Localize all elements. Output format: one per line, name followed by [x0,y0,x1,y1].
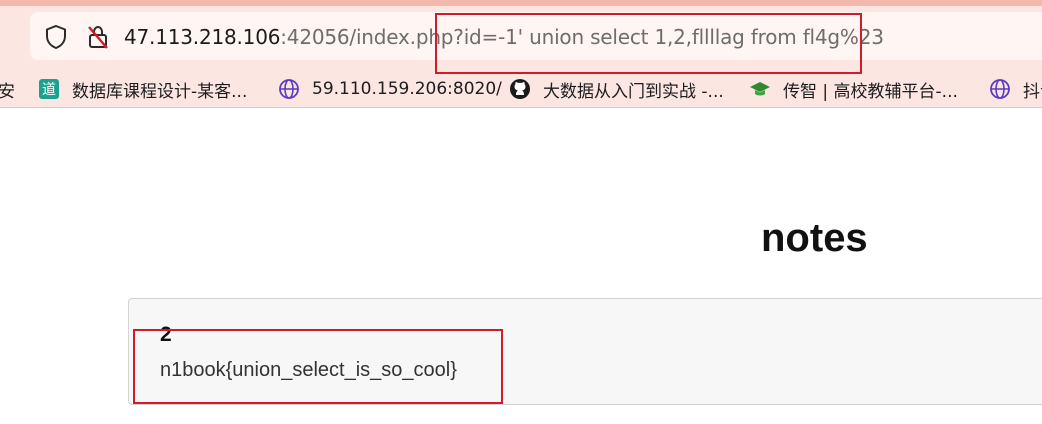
bookmark-label: 抖音 [1023,81,1042,102]
chrome-divider [0,107,1042,108]
bookmark-label: 安 [0,81,15,102]
bookmarks-bar: 安 道 数据库课程设计-某客... 59.110.159.206:8020/ 大… [0,72,1042,106]
insecure-lock-icon[interactable] [86,24,110,50]
graduation-cap-icon [750,82,770,96]
bookmark-item[interactable]: 安 [0,72,15,106]
globe-icon [990,79,1010,99]
bookmark-label: 传智 | 高校教辅平台-... [783,81,958,102]
annotation-box-url [435,13,862,74]
annotation-box-result [133,329,503,404]
bookmark-item[interactable]: 道 数据库课程设计-某客... [38,72,247,106]
bookmark-item[interactable]: 59.110.159.206:8020/ [278,72,502,106]
bookmark-label: 59.110.159.206:8020/ [312,79,502,99]
github-icon [510,79,530,99]
shield-icon[interactable] [44,24,68,50]
page-title: notes [761,216,868,260]
teal-dao-icon: 道 [39,79,59,99]
globe-icon [279,79,299,99]
url-host: 47.113.218.106 [124,25,281,49]
bookmark-item[interactable]: 传智 | 高校教辅平台-... [749,72,958,106]
svg-text:道: 道 [42,82,56,98]
bookmark-label: 数据库课程设计-某客... [72,81,248,102]
browser-top-accent [0,0,1042,6]
bookmark-item[interactable]: 抖音 [989,72,1042,106]
bookmark-item[interactable]: 大数据从入门到实战 -... [509,72,724,106]
bookmark-label: 大数据从入门到实战 -... [543,81,724,102]
